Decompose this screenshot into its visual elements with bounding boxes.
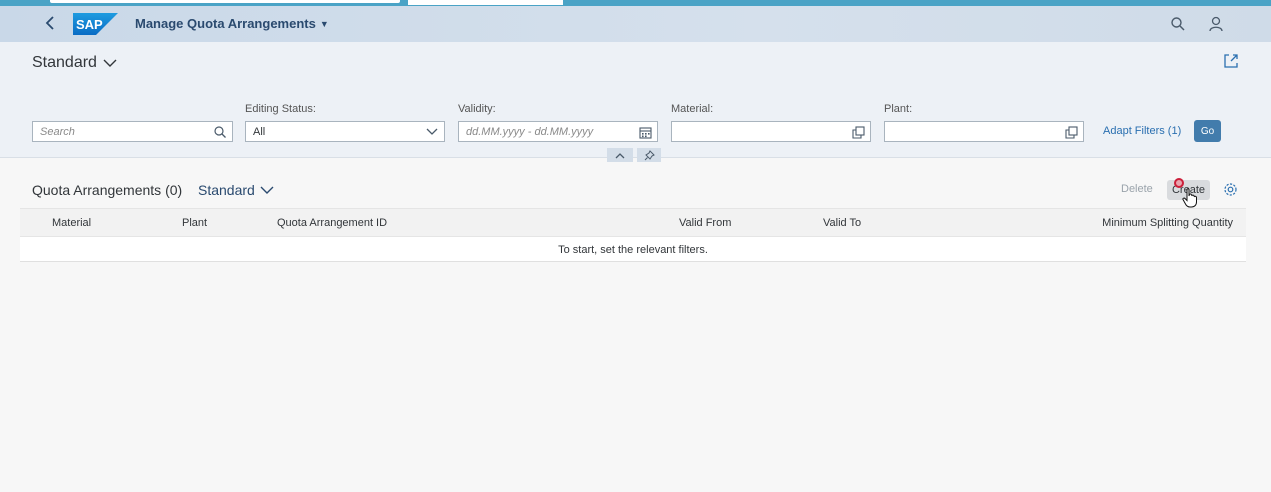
back-button[interactable] [40,12,60,34]
value-help-icon [851,125,865,139]
app-title-menu[interactable]: Manage Quota Arrangements ▼ [135,16,329,31]
column-header[interactable]: Valid To [823,217,861,229]
share-icon [1224,54,1238,68]
go-button[interactable]: Go [1194,120,1221,142]
validity-date-range-input[interactable]: dd.MM.yyyy - dd.MM.yyyy [458,121,658,142]
chevron-down-icon [103,59,117,67]
editing-status-value: All [253,125,266,138]
calendar-icon [638,126,652,139]
editing-status-label: Editing Status: [245,103,316,115]
chevron-down-icon [426,128,438,135]
shell-bar: SAP Manage Quota Arrangements ▼ [0,6,1271,42]
material-value-help-button[interactable] [851,125,865,139]
pin-header-button[interactable] [637,148,661,162]
hand-cursor-icon [1182,188,1198,208]
editing-status-dropdown-button[interactable] [425,125,439,139]
browser-tab[interactable] [50,0,400,3]
filter-bar: Standard Search Editing Status: All Vali… [0,42,1271,158]
search-placeholder: Search [40,125,75,138]
table-title: Quota Arrangements (0) [32,182,183,198]
search-icon [1171,17,1185,31]
plant-value-help-button[interactable] [1064,125,1078,139]
column-header[interactable]: Minimum Splitting Quantity [1102,217,1233,229]
app-title: Manage Quota Arrangements [135,16,316,31]
table-header-row: Material Plant Quota Arrangement ID Vali… [20,209,1246,237]
quota-arrangements-table: Material Plant Quota Arrangement ID Vali… [20,208,1246,262]
validity-label: Validity: [458,103,496,115]
validity-placeholder: dd.MM.yyyy - dd.MM.yyyy [466,125,594,138]
column-header[interactable]: Quota Arrangement ID [277,217,387,229]
variant-label: Standard [32,54,97,71]
caret-down-icon: ▼ [319,18,329,29]
delete-button[interactable]: Delete [1121,183,1153,195]
search-field-button[interactable] [213,125,227,139]
chevron-up-icon [615,152,625,158]
table-variant-selector[interactable]: Standard [198,182,274,198]
user-profile-button[interactable] [1206,14,1226,34]
chevron-left-icon [45,16,54,30]
sap-logo: SAP [73,13,118,35]
search-icon [214,126,226,138]
share-button[interactable] [1222,52,1240,70]
column-header[interactable]: Valid From [679,217,731,229]
sap-logo-text: SAP [76,17,103,32]
adapt-filters-link[interactable]: Adapt Filters (1) [1103,125,1181,137]
table-settings-button[interactable] [1222,181,1239,198]
material-label: Material: [671,103,714,115]
browser-tab[interactable] [408,0,563,5]
gear-icon [1224,183,1237,196]
search-input[interactable]: Search [32,121,233,142]
shell-search-button[interactable] [1168,14,1188,34]
value-help-icon [1064,125,1078,139]
chevron-down-icon [260,186,274,194]
pin-icon [644,149,655,160]
user-icon [1209,16,1223,32]
column-header[interactable]: Plant [182,217,207,229]
plant-input[interactable] [884,121,1084,142]
collapse-header-button[interactable] [607,148,633,162]
calendar-button[interactable] [638,125,652,139]
variant-selector[interactable]: Standard [32,54,117,72]
table-variant-label: Standard [198,182,255,198]
plant-label: Plant: [884,103,913,115]
click-highlight-marker [1174,178,1184,188]
table-empty-message: To start, set the relevant filters. [558,244,708,256]
column-header[interactable]: Material [52,217,91,229]
editing-status-select[interactable]: All [245,121,445,142]
material-input[interactable] [671,121,871,142]
